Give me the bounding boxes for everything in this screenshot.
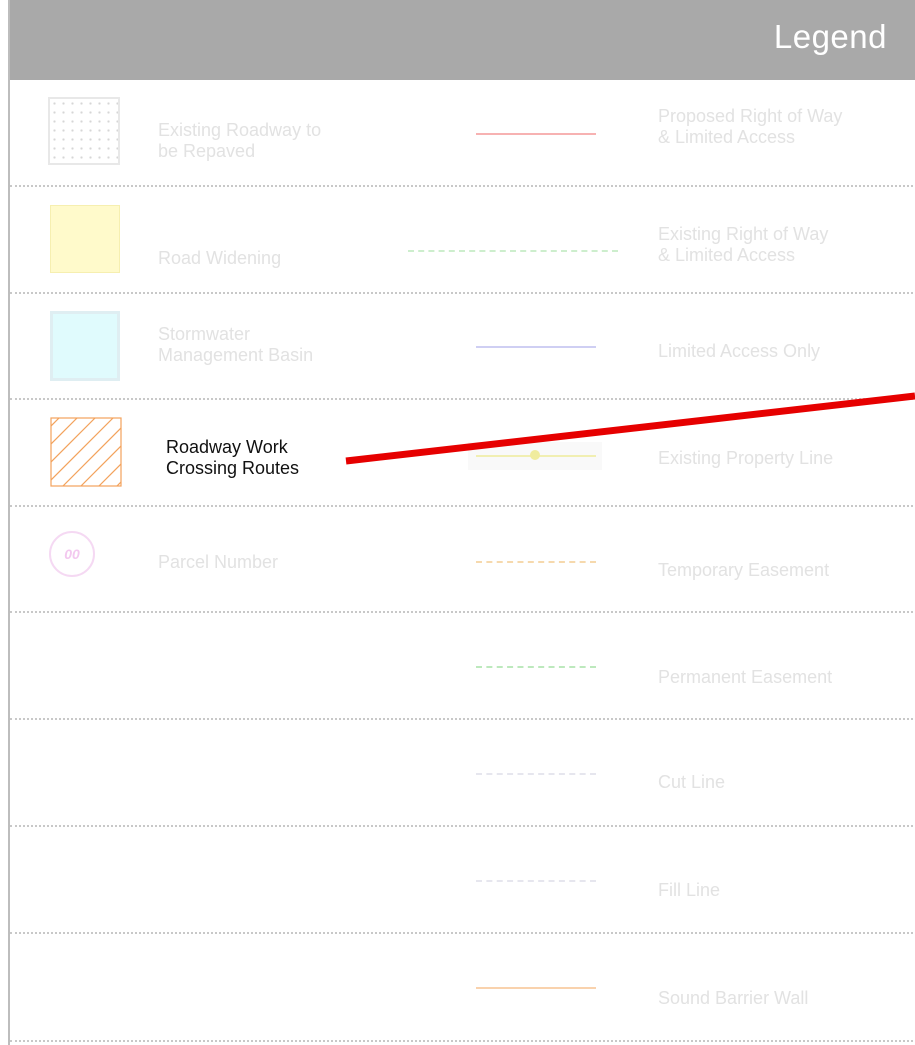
callout-overlay	[345, 392, 915, 465]
callout-pointer-line	[345, 392, 915, 465]
